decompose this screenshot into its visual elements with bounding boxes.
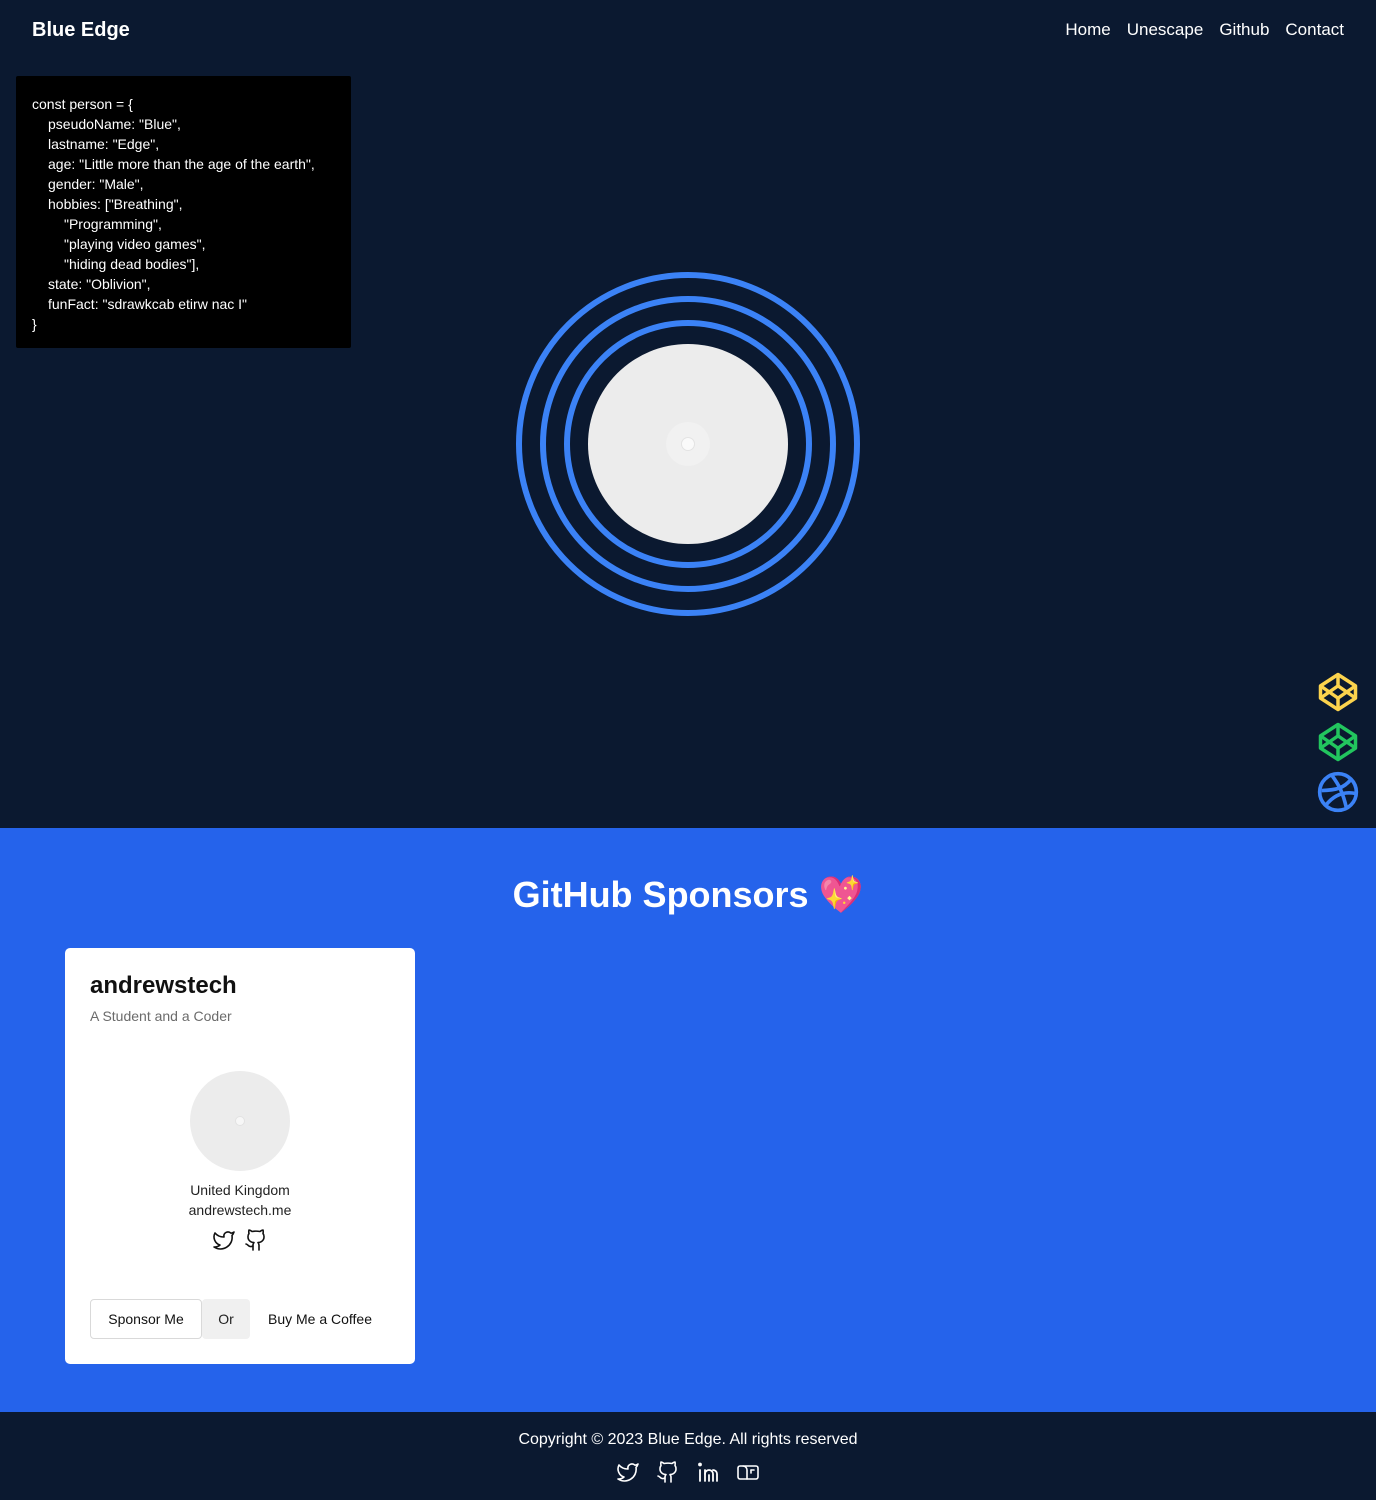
codepen-icon[interactable] (1316, 670, 1360, 714)
sponsor-card: andrewstech A Student and a Coder United… (65, 948, 415, 1364)
code-line: const person = { (32, 96, 133, 112)
linkedin-icon[interactable] (696, 1460, 720, 1484)
footer: Copyright © 2023 Blue Edge. All rights r… (0, 1412, 1376, 1500)
github-icon[interactable] (656, 1460, 680, 1484)
code-line: } (32, 316, 37, 332)
buy-coffee-button[interactable]: Buy Me a Coffee (250, 1299, 390, 1339)
code-line: lastname: "Edge", (48, 136, 160, 152)
code-line: funFact: "sdrawkcab etirw nac I" (48, 296, 248, 312)
code-line: state: "Oblivion", (48, 276, 151, 292)
mailbox-icon[interactable] (736, 1460, 760, 1484)
copyright-text: Copyright © 2023 Blue Edge. All rights r… (518, 1431, 858, 1448)
sponsor-info: United Kingdom andrewstech.me (65, 1180, 415, 1220)
image-placeholder-icon (666, 422, 710, 466)
code-line: "hiding dead bodies"], (64, 256, 200, 272)
footer-social-links (0, 1460, 1376, 1484)
sponsor-actions: Sponsor Me Or Buy Me a Coffee (90, 1299, 390, 1339)
sponsor-name: andrewstech (90, 972, 237, 999)
dribbble-icon[interactable] (1316, 770, 1360, 814)
sponsor-me-button[interactable]: Sponsor Me (90, 1299, 202, 1339)
hero-section: const person = { pseudoName: "Blue", las… (0, 0, 1376, 828)
or-separator: Or (202, 1299, 250, 1339)
sponsors-heading: GitHub Sponsors 💖 (512, 874, 864, 915)
code-line: gender: "Male", (48, 176, 144, 192)
twitter-icon[interactable] (616, 1460, 640, 1484)
sponsor-socials (65, 1228, 415, 1252)
github-icon[interactable] (244, 1228, 268, 1252)
profile-avatar (588, 344, 788, 544)
avatar-rings (516, 272, 860, 616)
sponsor-location: United Kingdom (190, 1182, 290, 1198)
twitter-icon[interactable] (212, 1228, 236, 1252)
codepen-icon[interactable] (1316, 720, 1360, 764)
code-line: "playing video games", (64, 236, 206, 252)
code-snippet: const person = { pseudoName: "Blue", las… (16, 76, 351, 348)
code-line: pseudoName: "Blue", (48, 116, 181, 132)
sponsor-website[interactable]: andrewstech.me (65, 1200, 415, 1220)
sponsor-avatar (190, 1071, 290, 1171)
sponsors-section: GitHub Sponsors 💖 andrewstech A Student … (0, 828, 1376, 1412)
code-line: "Programming", (64, 216, 162, 232)
side-social-links (1316, 670, 1360, 814)
code-line: hobbies: ["Breathing", (48, 196, 183, 212)
code-line: age: "Little more than the age of the ea… (48, 156, 315, 172)
sponsor-bio: A Student and a Coder (90, 1008, 232, 1024)
